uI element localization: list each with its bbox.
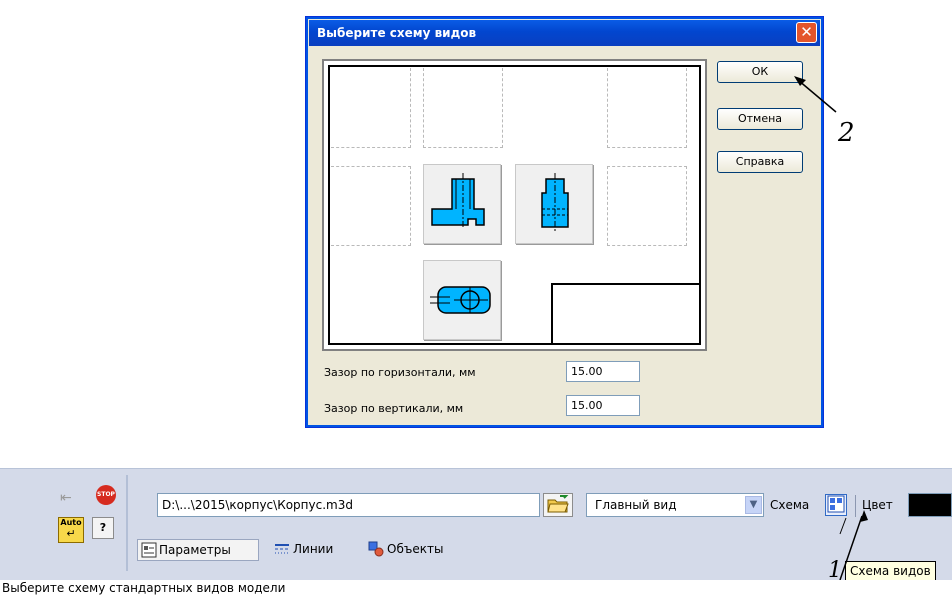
slot-top-left[interactable]: [331, 68, 411, 148]
tab-lines[interactable]: Линии: [272, 539, 352, 561]
view-select-value: Главный вид: [595, 498, 677, 512]
tab-params[interactable]: Параметры: [137, 539, 259, 561]
tab-objects[interactable]: Объекты: [366, 539, 476, 561]
help-button[interactable]: Справка: [717, 151, 803, 173]
open-file-button[interactable]: [543, 493, 573, 517]
enter-arrow-icon: ↵: [66, 527, 76, 540]
close-button[interactable]: ✕: [796, 22, 817, 43]
slot-top-right[interactable]: [607, 68, 687, 148]
objects-icon: [368, 541, 384, 557]
tab-params-label: Параметры: [159, 543, 231, 557]
tab-lines-label: Линии: [293, 542, 334, 556]
back-arrow-icon[interactable]: ⇤: [60, 491, 80, 505]
dialog-title: Выберите схему видов: [309, 20, 820, 46]
status-bar: Выберите схему стандартных видов модели: [0, 580, 952, 596]
auto-create-button[interactable]: Auto ↵: [58, 517, 84, 543]
drawing-sheet: [328, 65, 701, 345]
gap-vertical-input[interactable]: 15.00: [566, 395, 640, 416]
view-select[interactable]: Главный вид ▼: [586, 493, 764, 517]
scheme-preview: [322, 59, 707, 351]
scheme-label: Схема: [770, 498, 810, 512]
annotation-marker-ok: 2: [838, 118, 855, 148]
front-view-icon: [431, 173, 485, 229]
slot-top[interactable]: [423, 68, 503, 148]
gap-horizontal-label: Зазор по горизонтали, мм: [324, 366, 476, 379]
gap-vertical-label: Зазор по вертикали, мм: [324, 402, 464, 415]
close-icon: ✕: [800, 23, 813, 41]
gap-horizontal-input[interactable]: 15.00: [566, 361, 640, 382]
file-path-field[interactable]: D:\...\2015\корпус\Корпус.m3d: [157, 493, 540, 517]
chevron-down-icon[interactable]: ▼: [745, 496, 762, 514]
help-toolbar-button[interactable]: ?: [92, 517, 114, 539]
color-swatch[interactable]: [908, 493, 952, 517]
stop-icon[interactable]: STOP: [96, 485, 116, 505]
view-scheme-dialog: Выберите схему видов ✕ ОК Отмена Справка…: [305, 16, 824, 428]
left-view-button[interactable]: [515, 164, 593, 244]
front-view-button[interactable]: [423, 164, 501, 244]
top-view-button[interactable]: [423, 260, 501, 340]
lines-icon: [275, 544, 289, 554]
panel-divider: [126, 475, 128, 571]
title-block: [551, 283, 701, 345]
property-toolbar: ⇤ STOP Auto ↵ ? D:\...\2015\корпус\Корпу…: [0, 468, 952, 581]
params-icon: [141, 542, 157, 558]
slot-right[interactable]: [607, 166, 687, 246]
left-view-icon: [541, 173, 569, 231]
slot-left[interactable]: [331, 166, 411, 246]
top-view-icon: [430, 286, 491, 314]
tab-objects-label: Объекты: [387, 542, 444, 556]
open-folder-icon: [547, 495, 569, 513]
annotation-arrow-ok: [794, 76, 837, 113]
